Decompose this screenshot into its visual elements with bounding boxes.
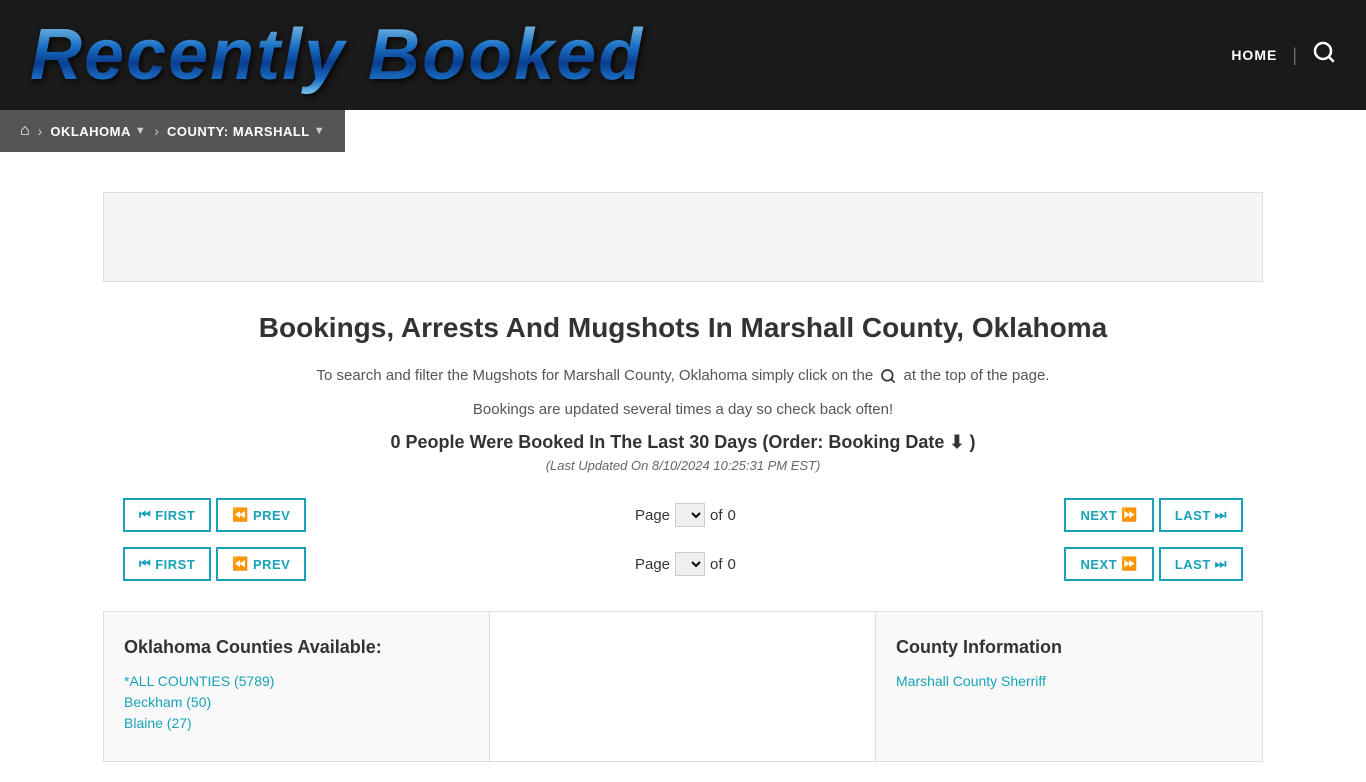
next-icon-bottom: ⏩ (1121, 556, 1138, 572)
county-dropdown-arrow: ▼ (314, 125, 325, 137)
county-list-item[interactable]: Blaine (27) (124, 715, 469, 731)
pagination-bottom: ⏮ FIRST ⏪ PREV Page of 0 NEXT ⏩ LAST ⏭ (103, 547, 1263, 581)
first-icon-top: ⏮ (139, 507, 151, 523)
last-icon-top: ⏭ (1215, 507, 1227, 523)
main-content: Bookings, Arrests And Mugshots In Marsha… (83, 152, 1283, 782)
breadcrumb-home-icon[interactable]: ⌂ (20, 122, 30, 140)
pagination-bottom-center: Page of 0 (635, 552, 736, 576)
page-title: Bookings, Arrests And Mugshots In Marsha… (103, 312, 1263, 344)
page-description-line2: Bookings are updated several times a day… (103, 398, 1263, 422)
sort-icon[interactable]: ⬇ (949, 432, 964, 452)
pagination-bottom-left: ⏮ FIRST ⏪ PREV (123, 547, 306, 581)
county-info-section: County Information Marshall County Sherr… (876, 612, 1262, 761)
search-button[interactable] (1312, 40, 1336, 70)
pagination-top-right: NEXT ⏩ LAST ⏭ (1064, 498, 1243, 532)
county-list-item[interactable]: Beckham (50) (124, 694, 469, 710)
last-updated: (Last Updated On 8/10/2024 10:25:31 PM E… (103, 458, 1263, 473)
pagination-top: ⏮ FIRST ⏪ PREV Page of 0 NEXT ⏩ LAST ⏭ (103, 498, 1263, 532)
county-list-item[interactable]: *ALL COUNTIES (5789) (124, 673, 469, 689)
counties-section-title: Oklahoma Counties Available: (124, 637, 469, 658)
first-button-top[interactable]: ⏮ FIRST (123, 498, 211, 532)
middle-section (490, 612, 876, 761)
search-icon (1312, 40, 1336, 64)
page-select-top[interactable] (675, 503, 705, 527)
next-button-top[interactable]: NEXT ⏩ (1064, 498, 1153, 532)
breadcrumb-county[interactable]: COUNTY: MARSHALL ▼ (167, 124, 325, 139)
prev-icon-bottom: ⏪ (232, 556, 249, 572)
nav-divider: | (1292, 45, 1297, 66)
prev-icon-top: ⏪ (232, 507, 249, 523)
breadcrumb: ⌂ › OKLAHOMA ▼ › COUNTY: MARSHALL ▼ (0, 110, 345, 152)
prev-button-top[interactable]: ⏪ PREV (216, 498, 306, 532)
page-description-line1: To search and filter the Mugshots for Ma… (103, 364, 1263, 388)
state-dropdown-arrow: ▼ (135, 125, 146, 137)
breadcrumb-sep-1: › (38, 123, 43, 139)
last-button-bottom[interactable]: LAST ⏭ (1159, 547, 1243, 581)
site-logo: Recently Booked (30, 14, 644, 96)
breadcrumb-sep-2: › (154, 123, 159, 139)
breadcrumb-state[interactable]: OKLAHOMA ▼ (50, 124, 146, 139)
bottom-sections: Oklahoma Counties Available: *ALL COUNTI… (103, 611, 1263, 762)
search-inline-icon (880, 368, 896, 384)
site-header: Recently Booked HOME | (0, 0, 1366, 110)
counties-list: *ALL COUNTIES (5789) Beckham (50) Blaine (… (124, 673, 469, 731)
page-select-bottom[interactable] (675, 552, 705, 576)
home-nav-link[interactable]: HOME (1231, 47, 1277, 63)
next-icon-top: ⏩ (1121, 507, 1138, 523)
first-icon-bottom: ⏮ (139, 556, 151, 572)
pagination-top-center: Page of 0 (635, 503, 736, 527)
counties-section: Oklahoma Counties Available: *ALL COUNTI… (104, 612, 490, 761)
county-info-title: County Information (896, 637, 1242, 658)
header-nav: HOME | (1231, 40, 1336, 70)
pagination-top-left: ⏮ FIRST ⏪ PREV (123, 498, 306, 532)
county-sherriff-link[interactable]: Marshall County Sherriff (896, 673, 1242, 689)
last-icon-bottom: ⏭ (1215, 556, 1227, 572)
last-button-top[interactable]: LAST ⏭ (1159, 498, 1243, 532)
pagination-bottom-right: NEXT ⏩ LAST ⏭ (1064, 547, 1243, 581)
prev-button-bottom[interactable]: ⏪ PREV (216, 547, 306, 581)
next-button-bottom[interactable]: NEXT ⏩ (1064, 547, 1153, 581)
ad-banner (103, 192, 1263, 282)
booking-count: 0 People Were Booked In The Last 30 Days… (103, 432, 1263, 453)
first-button-bottom[interactable]: ⏮ FIRST (123, 547, 211, 581)
